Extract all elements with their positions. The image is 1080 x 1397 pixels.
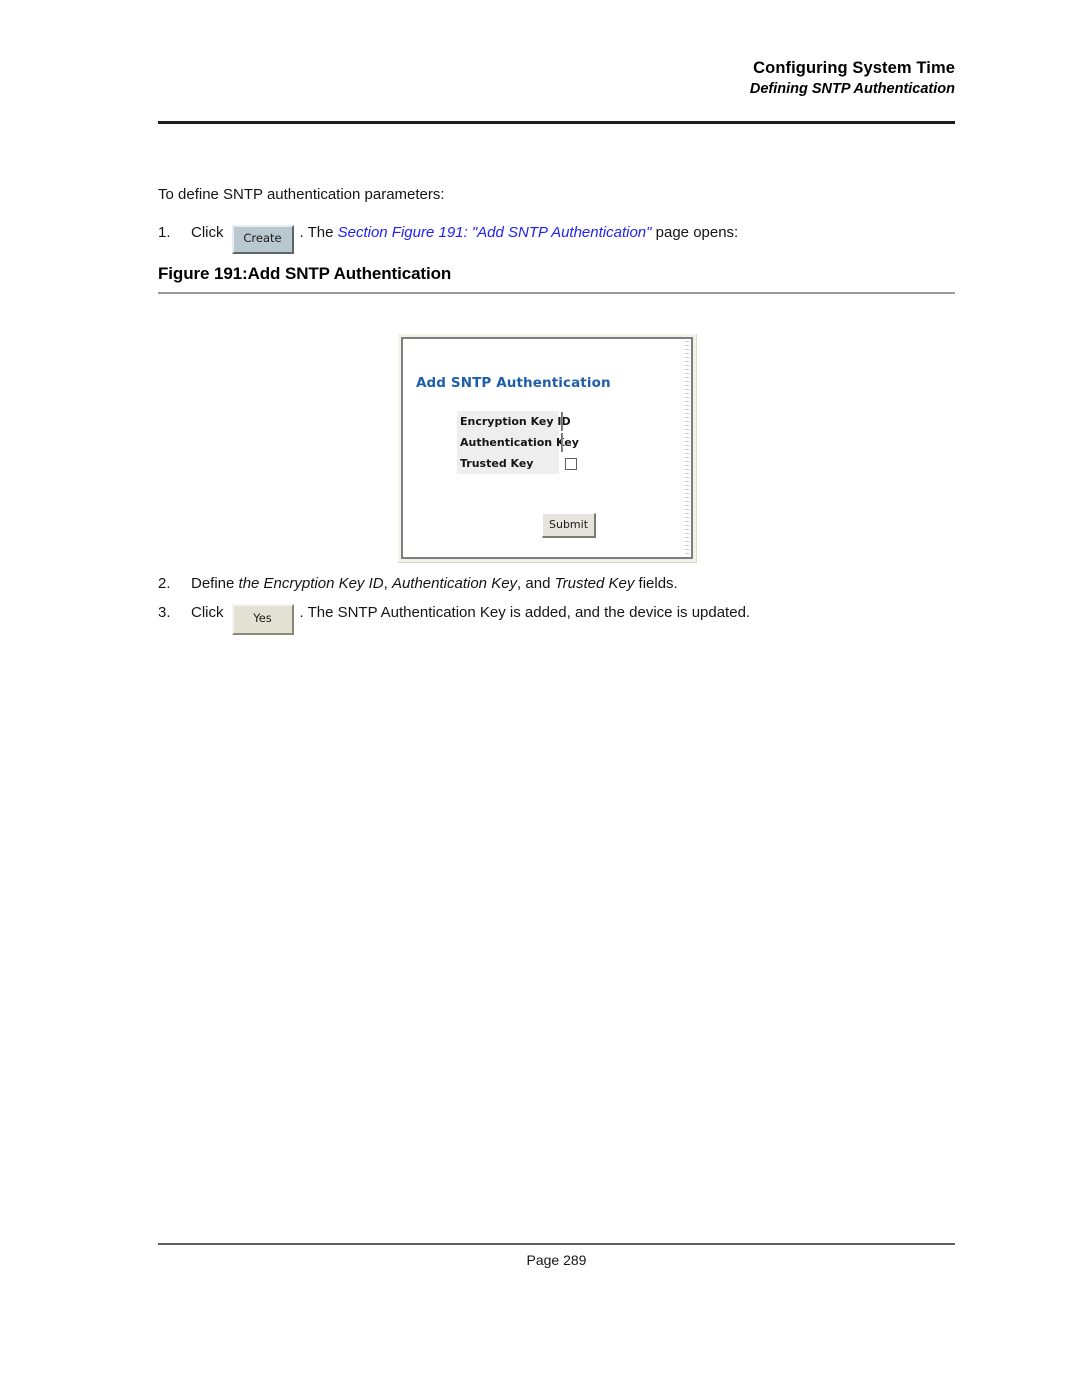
step-text-mid: . The bbox=[299, 224, 334, 241]
figure-caption-rule bbox=[158, 292, 955, 294]
step-text-before: Click bbox=[191, 224, 224, 241]
step-text-before: Click bbox=[191, 604, 224, 621]
encryption-key-id-label: Encryption Key ID bbox=[457, 411, 571, 432]
step-body: Define the Encryption Key ID, Authentica… bbox=[191, 573, 678, 595]
dialog-title: Add SNTP Authentication bbox=[416, 375, 611, 391]
step-number: 2. bbox=[158, 575, 171, 592]
footer-rule bbox=[158, 1243, 955, 1245]
yes-button[interactable]: Yes bbox=[231, 604, 294, 635]
form-row-trusted-key: Trusted Key bbox=[457, 453, 577, 474]
page-number: Page 289 bbox=[526, 1252, 587, 1268]
step-text-after: fields. bbox=[638, 575, 678, 592]
field-name-authentication-key: Authentication Key bbox=[391, 575, 518, 592]
form-row-encryption-key-id: Encryption Key ID bbox=[457, 411, 577, 432]
step-separator-2: , and bbox=[517, 575, 551, 592]
encryption-key-id-input[interactable] bbox=[561, 411, 563, 431]
submit-button[interactable]: Submit bbox=[542, 513, 596, 538]
trusted-key-checkbox[interactable] bbox=[565, 457, 577, 470]
header-title: Configuring System Time bbox=[753, 59, 955, 77]
field-name-trusted-key: Trusted Key bbox=[554, 575, 635, 592]
step-number: 3. bbox=[158, 604, 171, 621]
step-text-after: page opens: bbox=[655, 224, 739, 241]
document-page: Configuring System Time Defining SNTP Au… bbox=[0, 0, 1080, 1397]
authentication-key-input[interactable] bbox=[561, 432, 563, 452]
intro-text: To define SNTP authentication parameters… bbox=[158, 186, 445, 203]
form-row-authentication-key: Authentication Key bbox=[457, 432, 579, 453]
field-name-encryption-key-id: the Encryption Key ID bbox=[238, 575, 384, 592]
add-sntp-authentication-dialog: Add SNTP Authentication Encryption Key I… bbox=[401, 337, 693, 559]
step-text-after: . The SNTP Authentication Key is added, … bbox=[299, 604, 751, 621]
figure-caption: Figure 191:Add SNTP Authentication bbox=[158, 264, 452, 283]
scrollbar[interactable] bbox=[685, 341, 689, 555]
step-body: Click Create . The Section Figure 191: "Ad… bbox=[191, 222, 738, 254]
step-number: 1. bbox=[158, 224, 171, 241]
trusted-key-label: Trusted Key bbox=[457, 453, 559, 474]
sntp-auth-form: Encryption Key ID Authentication Key Tru… bbox=[457, 411, 579, 474]
step-item-2: 2. Define the Encryption Key ID, Authent… bbox=[158, 573, 678, 595]
step-body: Click Yes . The SNTP Authentication Key is… bbox=[191, 602, 750, 635]
header-rule bbox=[158, 121, 955, 124]
figure-cross-reference-link[interactable]: Section Figure 191: "Add SNTP Authentica… bbox=[338, 224, 652, 241]
authentication-key-label: Authentication Key bbox=[457, 432, 579, 453]
step-text-before: Define bbox=[191, 575, 235, 592]
header-subtitle: Defining SNTP Authentication bbox=[749, 81, 955, 97]
step-item-1: 1. Click Create . The Section Figure 191: … bbox=[158, 222, 738, 254]
create-button[interactable]: Create bbox=[231, 225, 294, 254]
step-separator-1: , bbox=[383, 575, 388, 592]
step-item-3: 3. Click Yes . The SNTP Authentication Key… bbox=[158, 602, 750, 635]
running-header: Configuring System Time Defining SNTP Au… bbox=[158, 58, 955, 99]
